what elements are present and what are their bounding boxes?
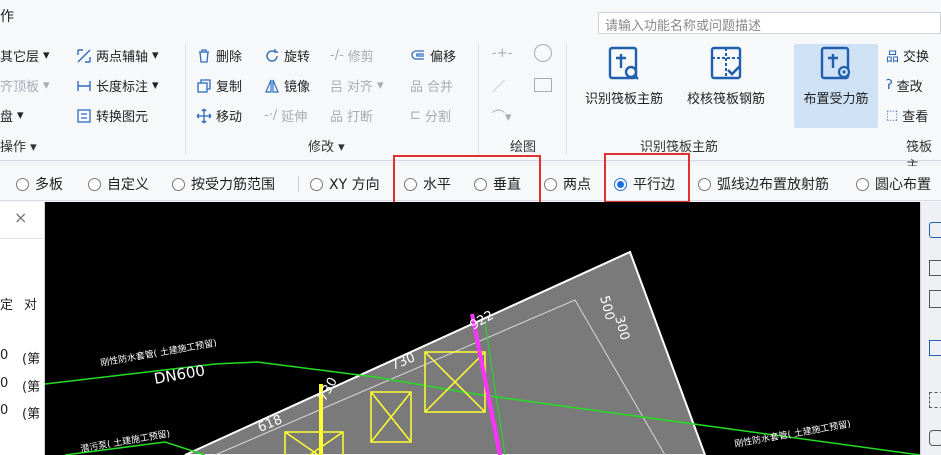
- chevron-down-icon: ▾: [17, 108, 24, 123]
- cube-view-icon[interactable]: [929, 290, 941, 308]
- window-title: 作: [0, 9, 14, 25]
- split-icon: ⊏: [410, 108, 421, 123]
- swap-icon: 品: [886, 50, 900, 65]
- trim-icon: -/-: [330, 48, 344, 63]
- column-header: 定: [0, 298, 14, 313]
- recognize-icon: [608, 46, 639, 80]
- table-cell: (第: [22, 352, 41, 367]
- annotation: 刚性防水套管( 土建施工预留): [733, 418, 851, 450]
- divider: [298, 176, 299, 192]
- mirror-icon: [265, 79, 279, 93]
- table-cell: (第: [22, 407, 41, 422]
- table-cell: 0: [0, 403, 9, 418]
- other-layer-button[interactable]: 其它层 ▾: [0, 46, 50, 65]
- offset-button[interactable]: 偏移: [410, 46, 456, 65]
- edit-icon: ʔ: [886, 78, 893, 93]
- view-button[interactable]: ⬚ 查看: [886, 106, 928, 125]
- radio-two-point[interactable]: 两点: [544, 174, 591, 194]
- chevron-down-icon: ▾: [377, 78, 384, 93]
- group-label-draw: 绘图: [510, 140, 537, 155]
- chevron-down-icon: ▾: [152, 48, 159, 63]
- rebar-gear-icon: [820, 46, 851, 80]
- search-icon[interactable]: [929, 430, 941, 446]
- search-input[interactable]: 请输入功能名称或问题描述: [598, 12, 941, 34]
- radio-xy-direction[interactable]: XY 方向: [310, 174, 380, 194]
- chevron-down-icon: ▾: [152, 78, 159, 93]
- cad-drawing: 500 300 922 730 730 618 DN600 刚性防水套管( 土建…: [45, 250, 920, 455]
- group-label-operation: 操作 ▾: [0, 140, 37, 155]
- align-icon: 吕: [330, 80, 344, 95]
- column-header: 对: [24, 298, 38, 313]
- trash-icon: [199, 48, 209, 63]
- merge-button[interactable]: 品 合并: [410, 76, 453, 95]
- divider: [185, 42, 186, 154]
- select-region-icon[interactable]: [929, 392, 941, 408]
- check-icon: [710, 46, 742, 80]
- radio-arc-radial[interactable]: 弧线边布置放射筋: [698, 174, 829, 194]
- cad-canvas[interactable]: 500 300 922 730 730 618 DN600 刚性防水套管( 土建…: [45, 202, 920, 455]
- view-icon: ⬚: [886, 108, 899, 123]
- place-main-rebar-button[interactable]: 布置受力筋: [794, 44, 878, 128]
- trim-button[interactable]: -/- 修剪: [330, 46, 374, 65]
- chevron-down-icon: ▾: [43, 48, 50, 63]
- align-top-button[interactable]: 齐顶板 ▾: [0, 76, 50, 95]
- query-edit-button[interactable]: ʔ 查改: [886, 76, 923, 95]
- table-cell: 0: [0, 376, 9, 391]
- table-cell: 0: [0, 348, 9, 363]
- break-icon: 品: [330, 110, 344, 125]
- circle-draw-icon[interactable]: [534, 44, 552, 62]
- close-icon[interactable]: ×: [14, 208, 27, 227]
- radio-by-rebar-range[interactable]: 按受力筋范围: [172, 174, 275, 194]
- pipe-label: DN600: [153, 361, 207, 388]
- two-point-axis-button[interactable]: 两点辅轴 ▾: [76, 46, 159, 65]
- group-label-modify: 修改 ▾: [308, 140, 345, 155]
- convert-icon: [77, 108, 91, 123]
- mirror-button[interactable]: 镜像: [264, 76, 310, 95]
- divider: [478, 42, 479, 154]
- extend-button[interactable]: -‧/ 延伸: [264, 106, 307, 125]
- break-button[interactable]: 品 打断: [330, 106, 373, 125]
- align-button[interactable]: 吕 对齐 ▾: [330, 76, 384, 95]
- copy-icon: [197, 78, 211, 93]
- rotate-view-icon[interactable]: [929, 222, 941, 238]
- line-draw-icon[interactable]: ／: [492, 76, 505, 95]
- highlight-box-parallel-edge: [604, 153, 690, 203]
- left-panel: × 定 对 0 (第 0 (第 0 (第: [0, 202, 45, 455]
- check-raft-rebar-button[interactable]: 校核筏板钢筋: [680, 44, 772, 107]
- radio-multi-board[interactable]: 多板: [16, 174, 63, 194]
- arc-draw-icon[interactable]: ⌒▾: [492, 106, 512, 125]
- 3d-view-icon[interactable]: [929, 260, 941, 276]
- disk-button[interactable]: 盘 ▾: [0, 106, 24, 125]
- rotate-icon: [266, 48, 278, 62]
- recognize-raft-rebar-button[interactable]: 识别筏板主筋: [578, 44, 670, 107]
- divider: [566, 42, 567, 154]
- move-icon: [196, 108, 212, 123]
- offset-icon: [411, 49, 424, 60]
- delete-button[interactable]: 删除: [196, 46, 242, 65]
- length-dimension-button[interactable]: 长度标注 ▾: [76, 76, 159, 95]
- split-button[interactable]: ⊏ 分割: [410, 106, 451, 125]
- radio-custom[interactable]: 自定义: [88, 174, 149, 194]
- merge-icon: 品: [410, 80, 424, 95]
- chevron-down-icon: ▾: [43, 78, 50, 93]
- dimension-icon: [77, 80, 91, 91]
- convert-element-button[interactable]: 转换图元: [76, 106, 148, 125]
- swap-button[interactable]: 品交换: [886, 46, 929, 65]
- radio-center-layout[interactable]: 圆心布置: [856, 174, 931, 194]
- right-toolbar: [920, 202, 941, 455]
- axis-icon: [77, 48, 91, 63]
- extend-icon: -‧/: [264, 108, 278, 123]
- table-cell: (第: [22, 380, 41, 395]
- point-draw-icon[interactable]: -+-: [492, 46, 512, 61]
- annotation: 潜污泵( 土建施工预留): [79, 427, 171, 455]
- move-button[interactable]: 移动: [196, 106, 242, 125]
- rect-draw-icon[interactable]: [534, 78, 552, 92]
- rotate-button[interactable]: 旋转: [264, 46, 310, 65]
- copy-button[interactable]: 复制: [196, 76, 242, 95]
- ribbon: 作 请输入功能名称或问题描述 其它层 ▾ 齐顶板 ▾ 盘 ▾ 两点辅轴 ▾ 长度标注 ▾ …: [0, 0, 941, 174]
- top-view-icon[interactable]: [929, 340, 941, 356]
